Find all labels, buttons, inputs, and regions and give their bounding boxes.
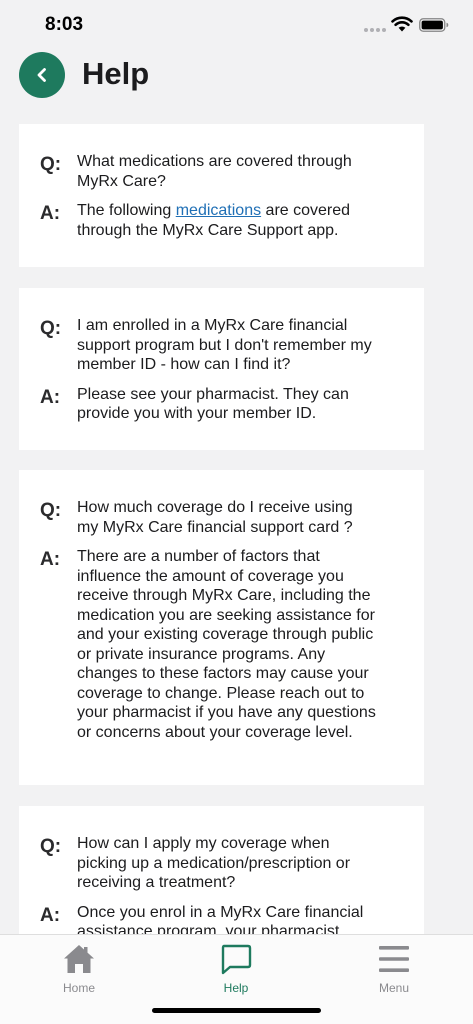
answer-tag: A: (40, 904, 61, 926)
back-button[interactable] (19, 52, 65, 98)
faq-question-row: Q: I am enrolled in a MyRx Care financia… (40, 316, 400, 375)
faq-card: Q: How can I apply my coverage when pick… (19, 806, 424, 934)
faq-answer-row: A: The following medications are covered… (40, 201, 400, 240)
faq-question-row: Q: What medications are covered through … (40, 152, 400, 191)
home-icon (64, 945, 94, 973)
tab-menu-label: Menu (378, 981, 410, 995)
tab-home-label: Home (62, 981, 95, 995)
question-tag: Q: (40, 500, 62, 521)
tab-help[interactable]: Help (196, 943, 276, 999)
faq-question: I am enrolled in a MyRx Care financial s… (77, 317, 372, 373)
faq-card: Q: What medications are covered through … (19, 124, 424, 267)
faq-answer: There are a number of factors that influ… (77, 548, 376, 741)
faq-answer: The following medications are covered th… (77, 201, 377, 240)
chevron-left-icon (37, 68, 46, 82)
faq-answer-row: A: There are a number of factors that in… (40, 547, 400, 742)
answer-tag: A: (40, 203, 61, 224)
faq-answer: Please see your pharmacist. They can pro… (77, 385, 349, 423)
tab-menu[interactable]: Menu (354, 943, 434, 999)
faq-question-row: Q: How much coverage do I receive using … (40, 498, 400, 537)
faq-answer-row: A: Please see your pharmacist. They can … (40, 385, 400, 424)
faq-answer-row: A: Once you enrol in a MyRx Care financi… (40, 903, 400, 935)
faq-answer-text: The following (77, 202, 176, 219)
chat-bubble-icon (221, 944, 252, 975)
tab-home[interactable]: Home (39, 943, 119, 999)
medications-link[interactable]: medications (176, 202, 261, 219)
faq-card: Q: I am enrolled in a MyRx Care financia… (19, 288, 424, 450)
page-header: Help (0, 50, 473, 110)
wifi-icon (391, 16, 413, 32)
page-title: Help (82, 56, 150, 91)
home-indicator[interactable] (152, 1008, 321, 1013)
question-tag: Q: (40, 154, 62, 175)
status-bar: 8:03 (0, 0, 473, 50)
tab-help-label: Help (223, 981, 249, 995)
faq-list[interactable]: Q: What medications are covered through … (0, 124, 473, 934)
answer-tag: A: (40, 386, 61, 408)
faq-card: Q: How much coverage do I receive using … (19, 470, 424, 785)
answer-tag: A: (40, 549, 61, 570)
faq-question: How can I apply my coverage when picking… (77, 835, 351, 891)
faq-answer: Once you enrol in a MyRx Care financial … (77, 903, 364, 935)
faq-question-row: Q: How can I apply my coverage when pick… (40, 834, 400, 893)
faq-question: How much coverage do I receive using my … (77, 499, 353, 536)
question-tag: Q: (40, 318, 62, 339)
help-screen: 8:03 Help Q: What medications are covere… (0, 0, 473, 1024)
faq-question: What medications are covered through MyR… (77, 153, 352, 190)
cellular-signal-icon (364, 28, 386, 34)
question-tag: Q: (40, 836, 62, 857)
battery-icon (419, 18, 449, 32)
status-time: 8:03 (45, 14, 84, 35)
hamburger-menu-icon (379, 946, 409, 972)
